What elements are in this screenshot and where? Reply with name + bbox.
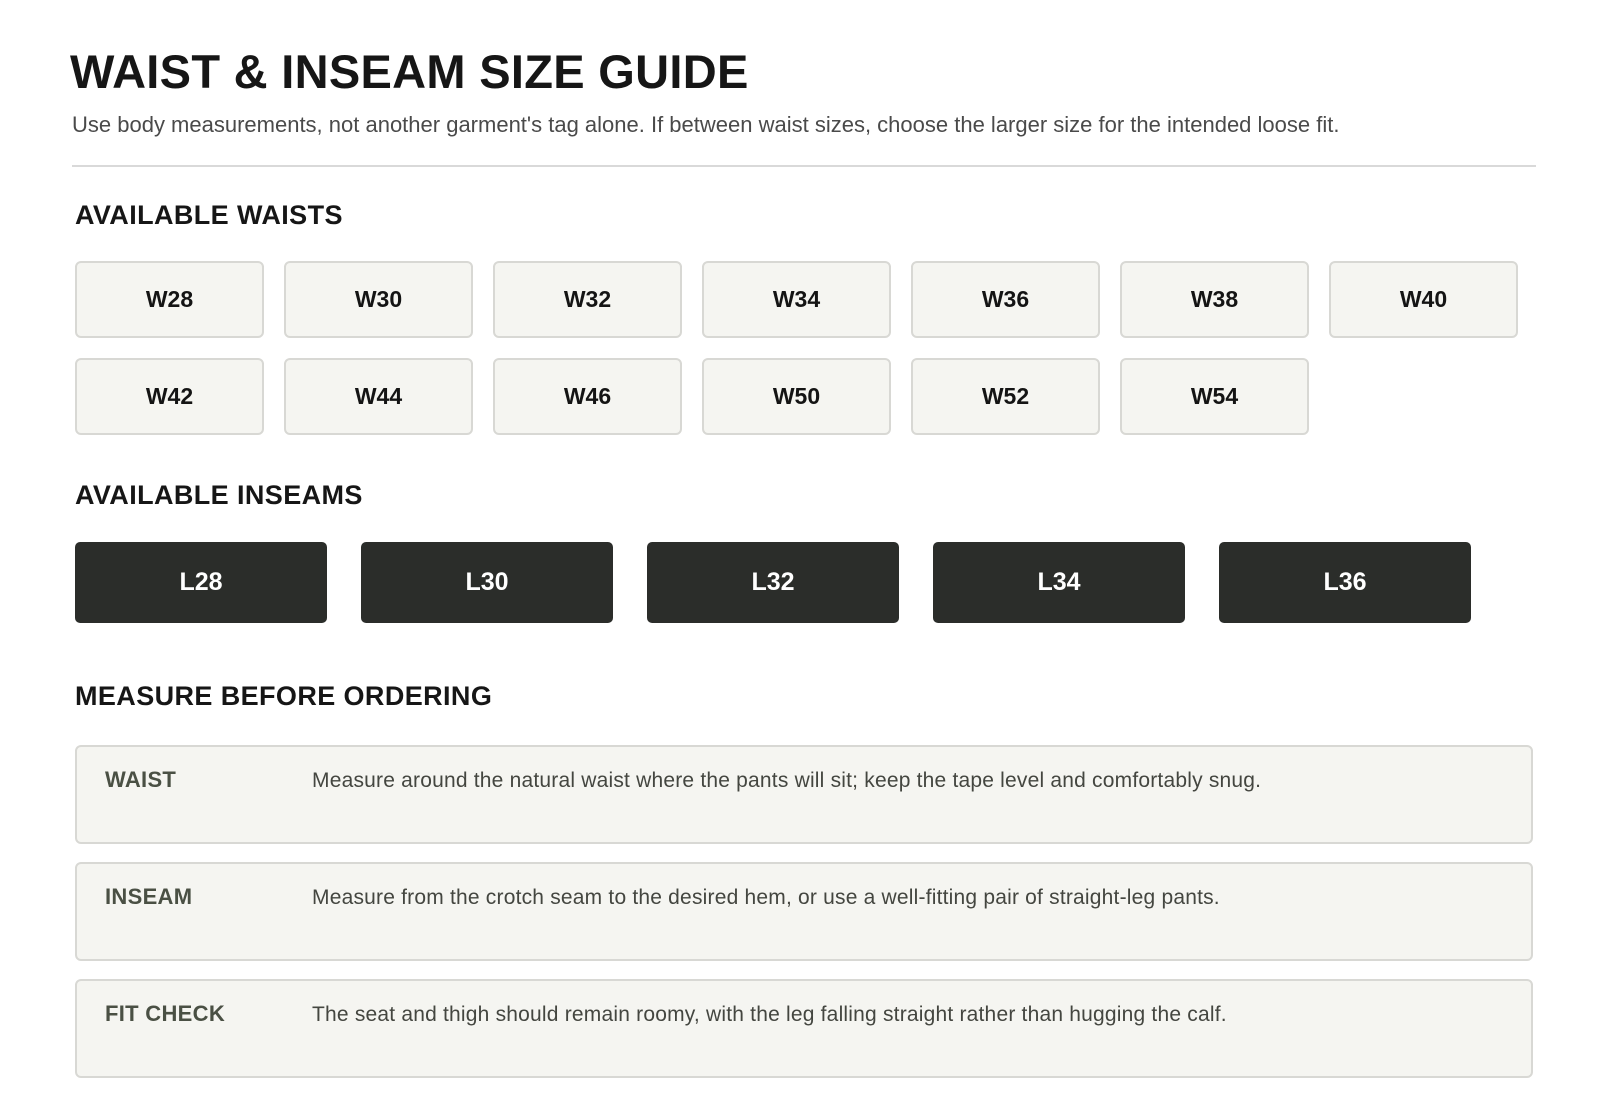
measure-heading: MEASURE BEFORE ORDERING xyxy=(75,681,493,711)
waist-option-button[interactable]: W30 xyxy=(284,261,473,338)
measure-list: WAIST Measure around the natural waist w… xyxy=(75,745,1533,1078)
waist-option-button[interactable]: W44 xyxy=(284,358,473,435)
measure-card-fit-check: FIT CHECK The seat and thigh should rema… xyxy=(75,979,1533,1078)
waist-option-button[interactable]: W38 xyxy=(1120,261,1309,338)
inseams-heading: AVAILABLE INSEAMS xyxy=(75,480,363,510)
inseam-option-button[interactable]: L32 xyxy=(647,542,899,623)
waists-heading: AVAILABLE WAISTS xyxy=(75,200,343,230)
waist-option-button[interactable]: W36 xyxy=(911,261,1100,338)
measure-label: INSEAM xyxy=(105,884,193,909)
inseam-option-button[interactable]: L30 xyxy=(361,542,613,623)
size-guide-page: WAIST & INSEAM SIZE GUIDE Use body measu… xyxy=(0,0,1600,1120)
waist-option-button[interactable]: W34 xyxy=(702,261,891,338)
measure-card-inseam: INSEAM Measure from the crotch seam to t… xyxy=(75,862,1533,961)
measure-label: FIT CHECK xyxy=(105,1001,226,1026)
page-subtitle: Use body measurements, not another garme… xyxy=(72,112,1340,137)
waist-option-button[interactable]: W32 xyxy=(493,261,682,338)
waist-option-button[interactable]: W54 xyxy=(1120,358,1309,435)
waist-size-grid: W28 W30 W32 W34 W36 W38 W40 W42 W44 W46 … xyxy=(75,261,1525,435)
measure-card-waist: WAIST Measure around the natural waist w… xyxy=(75,745,1533,844)
measure-label: WAIST xyxy=(105,767,177,792)
measure-instruction: Measure from the crotch seam to the desi… xyxy=(312,886,1220,909)
header-divider xyxy=(72,165,1536,167)
measure-instruction: Measure around the natural waist where t… xyxy=(312,769,1262,792)
page-title: WAIST & INSEAM SIZE GUIDE xyxy=(70,45,749,98)
waist-option-button[interactable]: W28 xyxy=(75,261,264,338)
inseam-size-row: L28 L30 L32 L34 L36 xyxy=(75,542,1471,623)
measure-instruction: The seat and thigh should remain roomy, … xyxy=(312,1003,1227,1026)
waist-option-button[interactable]: W46 xyxy=(493,358,682,435)
waist-option-button[interactable]: W42 xyxy=(75,358,264,435)
inseam-option-button[interactable]: L34 xyxy=(933,542,1185,623)
inseam-option-button[interactable]: L28 xyxy=(75,542,327,623)
inseam-option-button[interactable]: L36 xyxy=(1219,542,1471,623)
waist-option-button[interactable]: W52 xyxy=(911,358,1100,435)
waist-option-button[interactable]: W50 xyxy=(702,358,891,435)
waist-option-button[interactable]: W40 xyxy=(1329,261,1518,338)
